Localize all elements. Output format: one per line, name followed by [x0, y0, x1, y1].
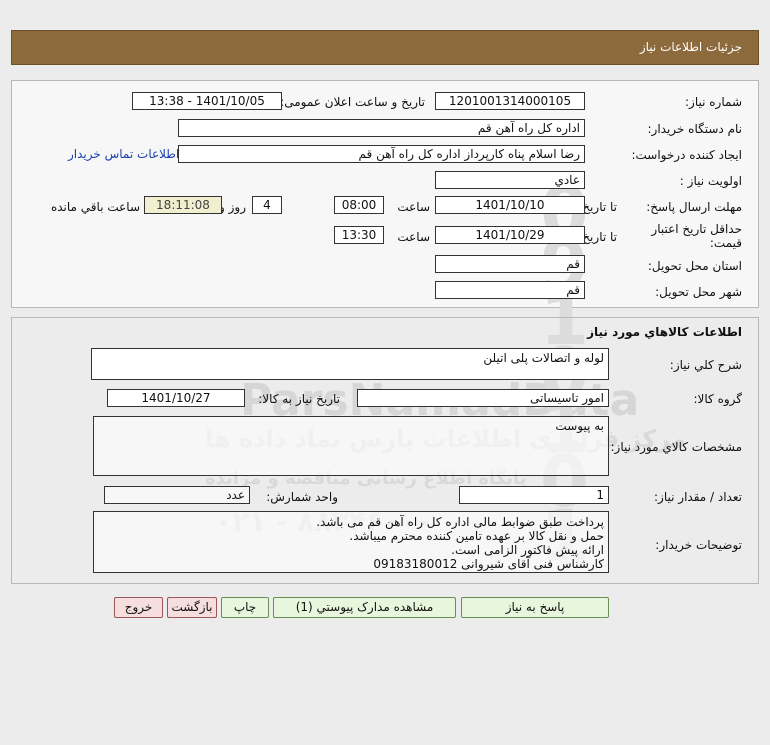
- validity-label-line2: قيمت:: [709, 236, 742, 250]
- deadline-time-label: ساعت: [397, 200, 430, 214]
- qty-field: 1: [459, 486, 609, 504]
- validity-time-label: ساعت: [397, 230, 430, 244]
- buyer-org-field: اداره کل راه آهن قم: [178, 119, 585, 137]
- unit-label: واحد شمارش:: [266, 490, 338, 504]
- notes-line: کارشناس فنی آقای شیروانی 09183180012: [373, 557, 604, 571]
- announce-label: تاريخ و ساعت اعلان عمومی:: [280, 95, 425, 109]
- need-number-field: 1201001314000105: [435, 92, 585, 110]
- unit-field: عدد: [104, 486, 250, 504]
- summary-label: شرح کلي نياز:: [669, 358, 742, 372]
- requester-label: ايجاد کننده درخواست:: [631, 148, 742, 162]
- page-header: جزئيات اطلاعات نياز: [11, 30, 759, 65]
- deadline-label: مهلت ارسال پاسخ:: [646, 200, 742, 214]
- need-date-field: 1401/10/27: [107, 389, 245, 407]
- need-number-label: شماره نياز:: [685, 95, 742, 109]
- province-label: استان محل تحويل:: [647, 259, 742, 273]
- group-label: گروه کالا:: [693, 392, 743, 406]
- days-field: 4: [252, 196, 282, 214]
- days-label: روز و: [219, 200, 246, 214]
- validity-label-line1: حداقل تاريخ اعتبار: [651, 222, 742, 236]
- remaining-label: ساعت باقي مانده: [50, 200, 140, 214]
- requester-field: رضا اسلام پناه کارپرداز اداره کل راه آهن…: [178, 145, 585, 163]
- specs-field: به پیوست: [93, 416, 609, 476]
- page-title: جزئيات اطلاعات نياز: [639, 40, 742, 54]
- province-field: قم: [435, 255, 585, 273]
- need-info-panel: [11, 80, 759, 308]
- need-date-label: تاريخ نياز به کالا:: [258, 392, 340, 406]
- specs-label: مشخصات کالاي مورد نياز:: [610, 440, 742, 454]
- notes-line: ارائه پیش فاکتور الزامی است.: [451, 543, 604, 557]
- city-field: قم: [435, 281, 585, 299]
- exit-button[interactable]: خروج: [114, 597, 163, 618]
- reply-button[interactable]: پاسخ به نياز: [461, 597, 609, 618]
- notes-line: حمل و نقل کالا بر عهده تامین کننده محترم…: [349, 529, 604, 543]
- qty-label: تعداد / مقدار نياز:: [654, 490, 742, 504]
- priority-label: اولويت نياز :: [679, 174, 742, 188]
- remaining-time-field: 18:11:08: [144, 196, 222, 214]
- group-field: امور تاسیساتی: [357, 389, 609, 407]
- deadline-date-field: 1401/10/10: [435, 196, 585, 214]
- city-label: شهر محل تحويل:: [655, 285, 742, 299]
- summary-field: لوله و اتصالات پلی اتیلن: [91, 348, 609, 380]
- validity-date-field: 1401/10/29: [435, 226, 585, 244]
- announce-field: 1401/10/05 - 13:38: [132, 92, 282, 110]
- buyer-org-label: نام دستگاه خريدار:: [647, 122, 743, 136]
- deadline-time-field: 08:00: [334, 196, 384, 214]
- validity-time-field: 13:30: [334, 226, 384, 244]
- notes-field: پرداخت طبق ضوابط مالی اداره کل راه آهن ق…: [93, 511, 609, 573]
- contact-buyer-link[interactable]: اطلاعات تماس خريدار: [68, 147, 179, 161]
- attachments-button[interactable]: مشاهده مدارک پيوستي (1): [273, 597, 456, 618]
- notes-label: توضيحات خريدار:: [655, 538, 742, 552]
- back-button[interactable]: بازگشت: [167, 597, 217, 618]
- goods-section-title: اطلاعات کالاهاي مورد نياز: [587, 325, 742, 339]
- notes-line: پرداخت طبق ضوابط مالی اداره کل راه آهن ق…: [316, 515, 604, 529]
- print-button[interactable]: چاپ: [221, 597, 269, 618]
- priority-field: عادي: [435, 171, 585, 189]
